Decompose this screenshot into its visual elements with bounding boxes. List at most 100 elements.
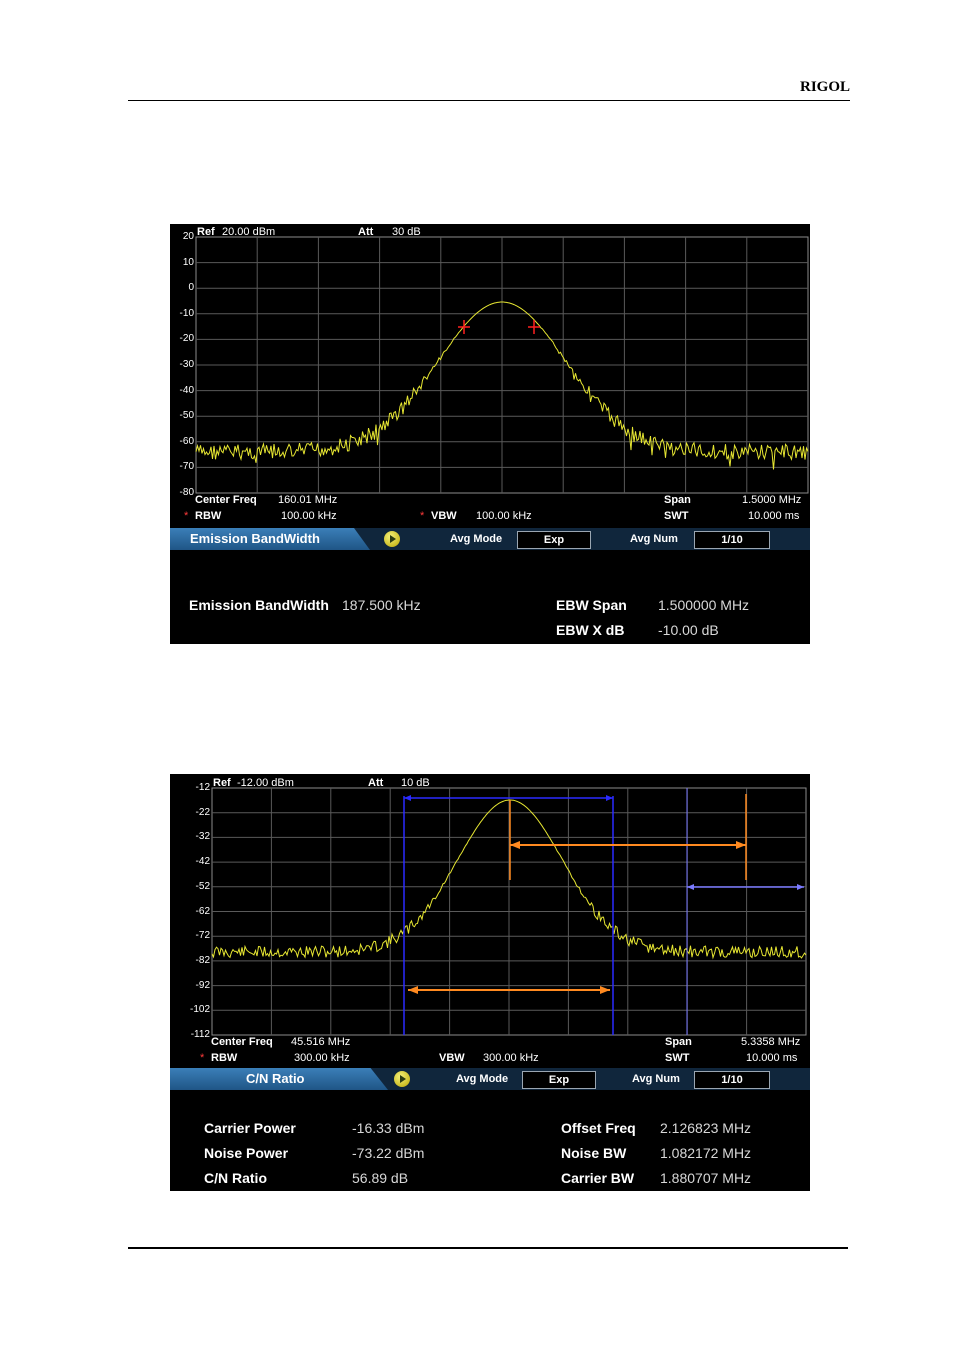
rbw-value: 100.00 kHz <box>281 510 337 522</box>
span-value: 1.5000 MHz <box>742 494 802 506</box>
avg-num-label: Avg Num <box>630 533 678 545</box>
y-tick-label: -12 <box>195 782 210 793</box>
rbw-value: 300.00 kHz <box>294 1052 350 1064</box>
y-tick-label: -72 <box>195 930 210 942</box>
span-label: Span <box>664 494 691 506</box>
avg-num-field[interactable]: 1/10 <box>694 531 770 549</box>
y-tick-label: -70 <box>179 461 194 473</box>
measurement-tab[interactable]: C/N Ratio <box>170 1068 388 1090</box>
noise-power-label: Noise Power <box>204 1145 289 1161</box>
play-icon[interactable] <box>394 1071 410 1087</box>
att-label: Att <box>358 226 374 238</box>
ebw-span-value: 1.500000 MHz <box>658 597 750 613</box>
rbw-asterisk: * <box>184 510 189 522</box>
noise-bw-label: Noise BW <box>561 1145 627 1161</box>
ref-value: 20.00 dBm <box>222 226 276 238</box>
vbw-label: VBW <box>439 1052 465 1064</box>
center-freq-label: Center Freq <box>195 494 257 506</box>
ebw-xdb-label: EBW X dB <box>556 622 625 638</box>
vbw-asterisk: * <box>420 510 425 522</box>
att-value: 10 dB <box>401 777 430 789</box>
vbw-value: 300.00 kHz <box>483 1052 539 1064</box>
y-tick-label: -20 <box>179 333 194 345</box>
arrow-head <box>687 884 694 890</box>
ebw-label: Emission BandWidth <box>189 597 329 613</box>
y-tick-label: 10 <box>182 256 194 268</box>
att-label: Att <box>368 777 384 789</box>
y-tick-label: 20 <box>182 231 194 242</box>
noise-bw-value: 1.082172 MHz <box>660 1145 752 1161</box>
swt-label: SWT <box>665 1052 690 1064</box>
arrow-head <box>797 884 804 890</box>
swt-value: 10.000 ms <box>748 510 800 522</box>
cn-spectrum-plot <box>211 787 807 1036</box>
y-tick-label: -92 <box>195 979 210 991</box>
ref-label: Ref <box>213 777 231 789</box>
center-freq-label: Center Freq <box>211 1036 273 1048</box>
swt-label: SWT <box>664 510 689 522</box>
carrier-bw-label: Carrier BW <box>561 1170 635 1186</box>
rbw-label: RBW <box>211 1052 238 1064</box>
carrier-power-label: Carrier Power <box>204 1120 296 1136</box>
noise-power-value: -73.22 dBm <box>352 1145 425 1161</box>
avg-mode-field[interactable]: Exp <box>517 531 591 549</box>
arrow-head <box>408 986 418 994</box>
y-tick-label: -40 <box>179 384 194 396</box>
arrow-head <box>736 841 746 849</box>
arrow-head <box>606 795 613 801</box>
avg-mode-label: Avg Mode <box>456 1073 509 1085</box>
center-freq-value: 160.01 MHz <box>278 494 338 506</box>
ebw-value: 187.500 kHz <box>342 597 421 613</box>
measurement-tab[interactable]: Emission BandWidth <box>170 528 370 550</box>
span-label: Span <box>665 1036 692 1048</box>
ref-label: Ref <box>197 226 215 238</box>
avg-mode-label: Avg Mode <box>450 533 503 545</box>
y-tick-label: -42 <box>195 856 210 868</box>
att-value: 30 dB <box>392 226 421 238</box>
cn-ratio-label: C/N Ratio <box>204 1170 267 1186</box>
y-tick-label: -62 <box>195 905 210 917</box>
brand-logo: RIGOL <box>799 79 850 95</box>
ebw-screen: 20 10 0 -10 -20 -30 -40 -50 -60 -70 -80 Ref 20.00 … <box>170 224 810 644</box>
avg-num-label: Avg Num <box>632 1073 680 1085</box>
ebw-spectrum-plot <box>195 236 809 494</box>
y-tick-label: -102 <box>189 1004 210 1016</box>
arrow-head <box>600 986 610 994</box>
ebw-span-label: EBW Span <box>556 597 627 613</box>
center-freq-value: 45.516 MHz <box>291 1036 351 1048</box>
y-tick-label: 0 <box>188 282 194 294</box>
measurement-title: C/N Ratio <box>246 1071 305 1086</box>
y-tick-label: -60 <box>179 435 194 447</box>
rbw-label: RBW <box>195 510 222 522</box>
y-tick-label: -22 <box>195 806 210 818</box>
ref-value: -12.00 dBm <box>237 777 294 789</box>
y-tick-label: -112 <box>190 1029 210 1040</box>
y-tick-label: -10 <box>179 307 194 319</box>
ebw-xdb-value: -10.00 dB <box>658 622 719 638</box>
measurement-toolbar: Emission BandWidth Avg Mode Exp Avg Num … <box>170 528 810 550</box>
cn-ratio-value: 56.89 dB <box>352 1170 409 1186</box>
avg-mode-field[interactable]: Exp <box>522 1071 596 1089</box>
carrier-bw-value: 1.880707 MHz <box>660 1170 752 1186</box>
rbw-asterisk: * <box>200 1052 205 1064</box>
y-tick-label: -30 <box>179 359 194 370</box>
offset-freq-value: 2.126823 MHz <box>660 1120 752 1136</box>
play-icon[interactable] <box>384 531 400 547</box>
y-tick-label: -32 <box>195 831 210 843</box>
arrow-head <box>404 795 411 801</box>
carrier-power-value: -16.33 dBm <box>352 1120 425 1136</box>
y-tick-label: -82 <box>195 954 210 966</box>
cn-ratio-screen: -12 -22 -32 -42 -52 -62 -72 -82 -92 -102 -112 Ref … <box>170 774 810 1191</box>
vbw-label: VBW <box>431 510 457 522</box>
offset-freq-label: Offset Freq <box>561 1120 636 1136</box>
y-tick-label: -50 <box>179 410 194 422</box>
footer-rule <box>128 1247 848 1249</box>
vbw-value: 100.00 kHz <box>476 510 532 522</box>
swt-value: 10.000 ms <box>746 1052 798 1064</box>
measurement-toolbar: C/N Ratio Avg Mode Exp Avg Num 1/10 <box>170 1068 810 1090</box>
header-rule <box>128 100 850 101</box>
y-tick-label: -80 <box>179 487 194 498</box>
measurement-title: Emission BandWidth <box>190 531 320 546</box>
span-value: 5.3358 MHz <box>741 1036 801 1048</box>
avg-num-field[interactable]: 1/10 <box>694 1071 770 1089</box>
